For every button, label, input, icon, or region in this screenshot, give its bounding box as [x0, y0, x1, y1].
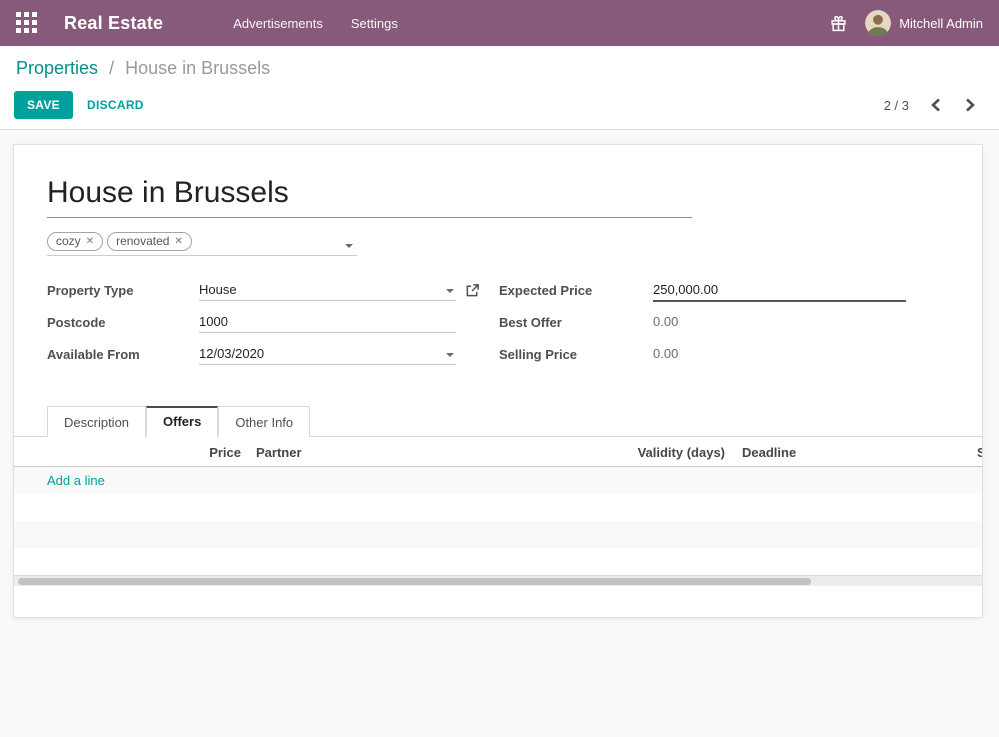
remove-tag-icon[interactable]: ✕ [174, 236, 182, 247]
scrollbar-thumb[interactable] [18, 578, 811, 585]
menu-settings[interactable]: Settings [351, 16, 398, 31]
tag-label: renovated [116, 234, 169, 248]
add-line-row: Add a line [14, 467, 982, 494]
empty-row [14, 494, 982, 521]
sheet-bottom-space [14, 586, 982, 618]
selling-price-label: Selling Price [499, 346, 653, 362]
breadcrumb-separator: / [109, 58, 114, 78]
property-type-label: Property Type [47, 282, 199, 298]
pager-next-icon[interactable] [963, 96, 977, 114]
title-underline [47, 217, 692, 218]
tab-other-info[interactable]: Other Info [218, 406, 310, 437]
menu-advertisements[interactable]: Advertisements [233, 16, 323, 31]
pager-value: 2 / 3 [884, 98, 909, 113]
remove-tag-icon[interactable]: ✕ [86, 236, 94, 247]
column-partner[interactable]: Partner [256, 445, 302, 460]
column-status[interactable]: Status [977, 445, 982, 460]
expected-price-label: Expected Price [499, 282, 653, 298]
user-menu[interactable]: Mitchell Admin [865, 10, 983, 36]
add-a-line-link[interactable]: Add a line [47, 473, 105, 488]
column-price[interactable]: Price [14, 445, 241, 460]
best-offer-label: Best Offer [499, 314, 653, 330]
tab-offers[interactable]: Offers [146, 406, 218, 437]
breadcrumb-current: House in Brussels [125, 58, 270, 78]
apps-menu-icon[interactable] [16, 12, 38, 34]
column-validity[interactable]: Validity (days) [525, 445, 725, 460]
save-button[interactable]: SAVE [14, 91, 73, 119]
property-type-external-link-icon[interactable] [465, 283, 480, 298]
best-offer-value: 0.00 [653, 314, 906, 329]
form-sheet: House in Brussels cozy ✕ renovated ✕ Pro… [13, 144, 983, 618]
property-type-input[interactable]: House [199, 282, 456, 301]
empty-row [14, 548, 982, 575]
property-title-input[interactable]: House in Brussels [47, 175, 949, 211]
tags-input[interactable]: cozy ✕ renovated ✕ [47, 232, 357, 256]
tags-dropdown-icon[interactable] [345, 244, 353, 248]
notebook-tabs: Description Offers Other Info [14, 406, 982, 437]
available-from-input[interactable]: 12/03/2020 [199, 346, 456, 365]
horizontal-scrollbar[interactable] [14, 575, 982, 586]
postcode-label: Postcode [47, 314, 199, 330]
available-from-dropdown-icon[interactable] [446, 353, 454, 357]
top-navbar: Real Estate Advertisements Settings Mitc… [0, 0, 999, 46]
control-panel: Properties / House in Brussels SAVE DISC… [0, 46, 999, 130]
tag-label: cozy [56, 234, 81, 248]
top-menu: Advertisements Settings [233, 16, 830, 31]
available-from-label: Available From [47, 346, 199, 362]
column-deadline[interactable]: Deadline [742, 445, 796, 460]
selling-price-value: 0.00 [653, 346, 906, 361]
pager: 2 / 3 [884, 96, 983, 114]
gift-icon[interactable] [830, 15, 847, 32]
tab-description[interactable]: Description [47, 406, 146, 437]
user-avatar [865, 10, 891, 36]
postcode-input[interactable]: 1000 [199, 314, 456, 333]
breadcrumb: Properties / House in Brussels [14, 58, 983, 79]
offers-table-header: Price Partner Validity (days) Deadline S… [14, 437, 982, 467]
expected-price-input[interactable]: 250,000.00 [653, 282, 906, 302]
property-type-dropdown-icon[interactable] [446, 289, 454, 293]
empty-row [14, 521, 982, 548]
pager-previous-icon[interactable] [929, 96, 943, 114]
breadcrumb-properties[interactable]: Properties [16, 58, 98, 78]
topbar-right: Mitchell Admin [830, 10, 983, 36]
user-name: Mitchell Admin [899, 16, 983, 31]
tag-cozy: cozy ✕ [47, 232, 103, 251]
discard-button[interactable]: DISCARD [87, 98, 144, 112]
tag-renovated: renovated ✕ [107, 232, 192, 251]
app-title[interactable]: Real Estate [64, 13, 163, 34]
offers-table: Price Partner Validity (days) Deadline S… [14, 437, 982, 575]
